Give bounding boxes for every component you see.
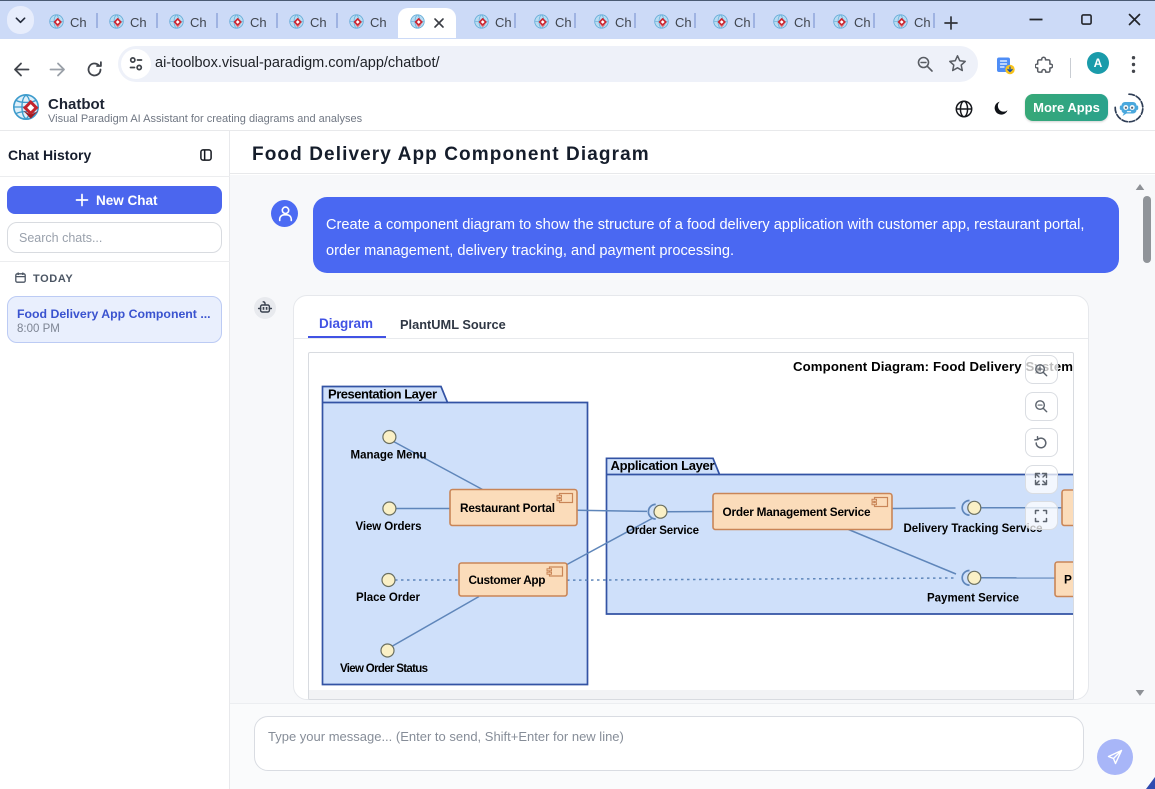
svg-text:View Orders: View Orders: [355, 521, 421, 533]
svg-text:P: P: [1064, 573, 1072, 587]
svg-text:Order Service: Order Service: [626, 525, 699, 537]
svg-text:Application Layer: Application Layer: [610, 458, 714, 473]
svg-text:Restaurant Portal: Restaurant Portal: [460, 501, 555, 515]
svg-text:Order Management Service: Order Management Service: [722, 505, 870, 519]
svg-text:Place Order: Place Order: [356, 592, 421, 604]
svg-text:Delivery Tracking Service: Delivery Tracking Service: [903, 523, 1042, 535]
svg-text:View Order Status: View Order Status: [340, 663, 428, 675]
svg-text:Presentation Layer: Presentation Layer: [328, 387, 437, 402]
svg-text:Customer App: Customer App: [468, 573, 545, 587]
svg-text:Manage Menu: Manage Menu: [350, 450, 426, 462]
svg-text:Payment Service: Payment Service: [927, 593, 1019, 605]
